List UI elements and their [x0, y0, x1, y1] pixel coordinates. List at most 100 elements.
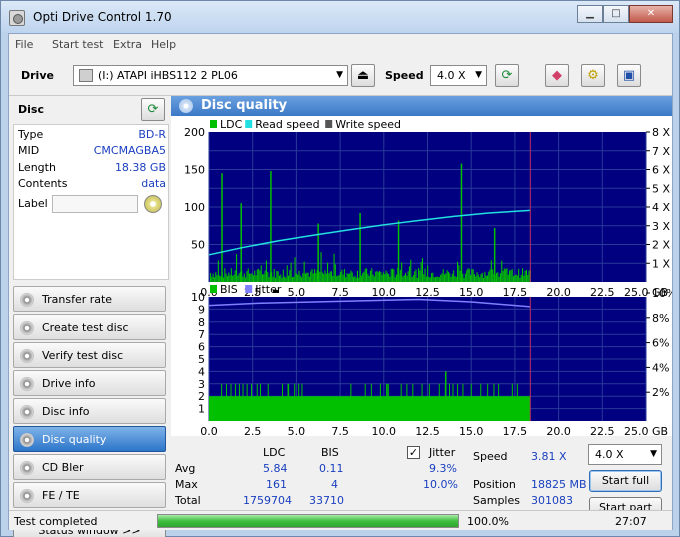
bis-bar [421, 383, 423, 421]
save-icon[interactable]: ▣ [617, 64, 641, 87]
ldc-bar [311, 268, 313, 282]
ldc-bar [414, 271, 416, 282]
close-button[interactable]: ✕ [629, 5, 673, 23]
bis-bar [452, 383, 454, 421]
ldc-bar [343, 269, 345, 282]
disc-label-input[interactable] [52, 195, 138, 213]
ldc-bar [350, 270, 352, 282]
charts-area: LDC Read speed Write speed 50 100 150 200 1 X 2 … [171, 116, 676, 438]
ldc-spike [270, 171, 272, 282]
disc-mid-row: MID CMCMAGBA5 [18, 144, 166, 160]
ldc-bar [408, 266, 410, 282]
ldc-bar [492, 269, 494, 282]
ldc-y2-tick: 7 X [652, 145, 670, 158]
minimize-button[interactable]: ▁ [577, 5, 603, 23]
disc-icon [20, 377, 34, 391]
stats-total-ldc: 1759704 [243, 494, 292, 507]
disc-icon [20, 433, 34, 447]
stats-total-label: Total [175, 494, 201, 507]
ldc-bar [476, 272, 478, 282]
refresh-speed-button[interactable]: ⟳ [495, 64, 519, 87]
refresh-disc-button[interactable]: ⟳ [141, 98, 165, 121]
bis-legend-swatch [245, 285, 253, 293]
app-icon [9, 10, 25, 26]
ldc-bar [384, 274, 386, 282]
disc-header: Disc ⟳ [13, 96, 169, 124]
ldc-bar [520, 274, 522, 282]
ldc-y-tick: 50 [191, 239, 205, 252]
disc-label-icon[interactable] [144, 195, 162, 213]
ldc-bar [382, 272, 384, 282]
bis-bar [487, 383, 489, 421]
ldc-bar [329, 271, 331, 282]
drive-select[interactable]: (I:) ATAPI iHBS112 2 PL06 ▼ [73, 65, 348, 86]
ldc-bar [302, 273, 304, 282]
bis-bar [298, 383, 300, 421]
menu-help[interactable]: Help [151, 38, 176, 51]
ldc-bar [466, 270, 468, 282]
eject-button[interactable]: ⏏ [351, 64, 375, 87]
ldc-bar [273, 269, 275, 282]
menu-bar: File Start test Extra Help [9, 34, 672, 54]
ldc-legend-swatch [210, 120, 217, 128]
menu-extra[interactable]: Extra [113, 38, 142, 51]
nav-fe-te[interactable]: FE / TE [13, 482, 166, 508]
ldc-bar [306, 272, 308, 282]
disc-label-row: Label [18, 195, 166, 215]
nav-disc-quality[interactable]: Disc quality [13, 426, 166, 452]
start-full-button[interactable]: Start full [589, 470, 662, 492]
nav-label: CD Bler [42, 461, 84, 474]
ldc-bar [262, 274, 264, 282]
ldc-bar [485, 275, 487, 282]
ldc-bar [307, 272, 309, 282]
menu-start-test[interactable]: Start test [52, 38, 104, 51]
nav-disc-info[interactable]: Disc info [13, 398, 166, 424]
bis-spike [287, 383, 290, 421]
bis-bar [246, 383, 248, 421]
ldc-bar [295, 273, 297, 282]
bis-bar [448, 383, 450, 421]
bis-y-tick: 1 [198, 403, 205, 416]
nav-create-test-disc[interactable]: Create test disc [13, 314, 166, 340]
nav-cd-bler[interactable]: CD Bler [13, 454, 166, 480]
bis-x-tick: 17.5 [503, 425, 528, 436]
drive-label: Drive [21, 69, 54, 82]
ldc-bar [233, 274, 235, 282]
ldc-legend-swatch [245, 120, 253, 128]
nav-transfer-rate[interactable]: Transfer rate [13, 286, 166, 312]
settings-gears-icon[interactable]: ⚙ [581, 64, 605, 87]
ldc-bar [518, 268, 520, 282]
stats-max-ldc: 161 [266, 478, 287, 491]
ldc-bar [252, 275, 254, 282]
nav-drive-info[interactable]: Drive info [13, 370, 166, 396]
ldc-bar [503, 268, 505, 282]
test-speed-select[interactable]: 4.0 X ▼ [588, 444, 662, 465]
ldc-y-tick: 150 [184, 164, 205, 177]
ldc-bar [412, 274, 414, 282]
menu-file[interactable]: File [15, 38, 33, 51]
erase-icon[interactable]: ◆ [545, 64, 569, 87]
ldc-bar [256, 269, 258, 282]
speed-select[interactable]: 4.0 X ▼ [430, 65, 487, 86]
disc-icon [20, 489, 34, 503]
ldc-bar [323, 274, 325, 282]
ldc-bar [498, 276, 500, 282]
bis-y2-tick: 6% [652, 337, 669, 350]
ldc-bar [486, 275, 488, 282]
ldc-bar [453, 270, 455, 282]
ldc-bar [519, 277, 521, 282]
maximize-button[interactable]: □ [603, 5, 629, 23]
ldc-bar [299, 275, 301, 282]
ldc-bar [319, 271, 321, 282]
ldc-bar [402, 276, 404, 282]
jitter-checkbox[interactable]: ✓ [407, 446, 420, 459]
ldc-bar [265, 260, 267, 282]
panel-title: Disc quality [201, 98, 288, 113]
bis-bar [230, 383, 232, 421]
stats-max-jitter: 10.0% [423, 478, 458, 491]
bis-y-tick: 10 [191, 291, 205, 304]
ldc-bar [399, 269, 401, 282]
nav-verify-test-disc[interactable]: Verify test disc [13, 342, 166, 368]
bis-bar [400, 383, 402, 421]
stats-avg-label: Avg [175, 462, 196, 475]
